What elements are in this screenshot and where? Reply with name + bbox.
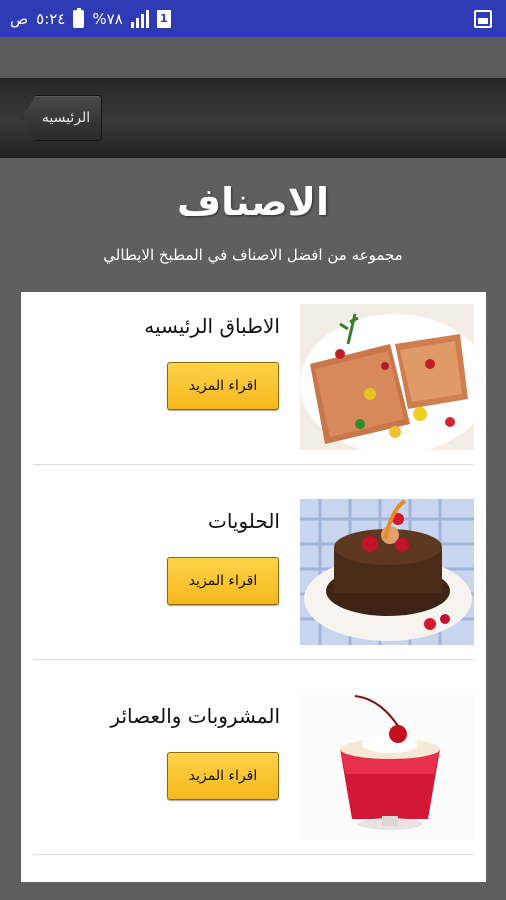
gallery-notification-icon [474, 9, 492, 28]
read-more-button[interactable]: اقراء المزيد [167, 752, 279, 800]
page-subtitle: مجموعه من افضل الاصناف في المطبخ الايطال… [103, 246, 403, 264]
chocolate-cake-image [300, 499, 474, 645]
home-back-button[interactable]: الرئيسيه [22, 95, 102, 141]
category-title: المشروبات والعصائر [110, 704, 280, 728]
action-bar: الرئيسيه [0, 78, 506, 158]
status-time: ٥:٢٤ [36, 9, 66, 28]
category-list: الاطباق الرئيسيه اقراء المزيد الحلويات ا… [21, 292, 486, 882]
read-more-button[interactable]: اقراء المزيد [167, 557, 279, 605]
category-title: الحلويات [207, 509, 280, 533]
page-title: الاصناف [177, 180, 329, 224]
battery-icon [73, 7, 85, 28]
divider [33, 659, 474, 660]
battery-level: %٧٨ [92, 9, 123, 28]
read-more-button[interactable]: اقراء المزيد [167, 362, 279, 410]
status-bar: ص ٥:٢٤ %٧٨ 1 [0, 0, 506, 37]
status-period: ص [10, 9, 29, 28]
category-item-desserts[interactable]: الحلويات اقراء المزيد [21, 487, 486, 682]
category-item-main-dishes[interactable]: الاطباق الرئيسيه اقراء المزيد [21, 292, 486, 487]
sim-icon: 1 [156, 9, 171, 28]
salmon-dish-image [300, 304, 474, 450]
red-jelly-dessert-image [300, 694, 474, 840]
spacer-band [0, 37, 506, 78]
divider [33, 854, 474, 855]
category-item-drinks[interactable]: المشروبات والعصائر اقراء المزيد [21, 682, 486, 877]
signal-icon [130, 9, 149, 28]
category-title: الاطباق الرئيسيه [144, 314, 280, 338]
status-left: ص ٥:٢٤ %٧٨ 1 [10, 7, 171, 28]
divider [33, 464, 474, 465]
